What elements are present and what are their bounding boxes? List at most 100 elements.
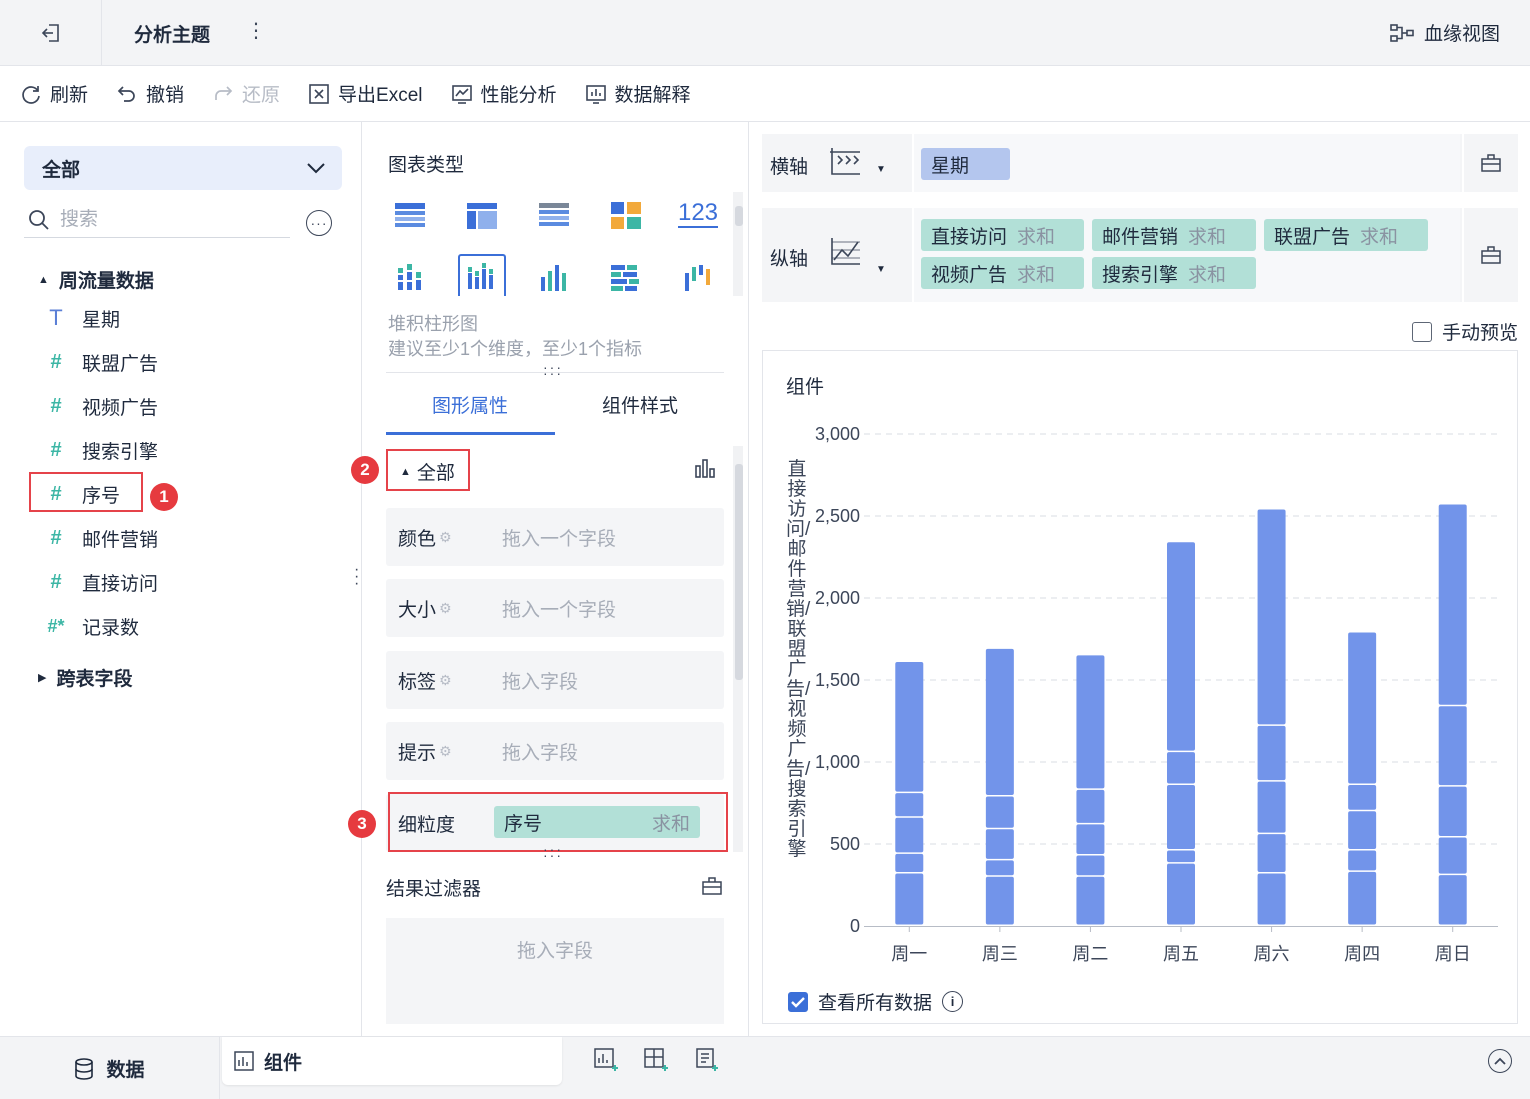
chart-type-hint: 建议至少1个维度，至少1个指标 [388, 339, 643, 359]
field-label: 星期 [82, 309, 121, 331]
computed-field-icon: #* [47, 615, 65, 636]
gear-icon[interactable]: ⚙ [439, 600, 452, 617]
y-axis-toolbox-button[interactable] [1462, 208, 1518, 302]
field-item-video-ads[interactable]: # 视频广告 [44, 390, 158, 422]
view-all-data-toggle[interactable]: 查看所有数据 i [788, 988, 964, 1015]
tree-group-cross-table[interactable]: ▶ 跨表字段 [38, 664, 132, 691]
x-axis-icon[interactable] [828, 146, 862, 178]
y-field-pill-affiliate-ads[interactable]: 联盟广告 求和 [1264, 219, 1428, 251]
x-axis-label: 横轴 [770, 157, 809, 178]
chart-title: 组件 [786, 377, 825, 398]
field-item-affiliate-ads[interactable]: # 联盟广告 [44, 346, 158, 378]
highlight-box-serial-number [29, 472, 143, 512]
field-item-email-marketing[interactable]: # 邮件营销 [44, 522, 158, 554]
refresh-button[interactable]: 刷新 [20, 80, 88, 107]
pill-aggregation: 求和 [1017, 226, 1056, 248]
filter-toolbox-icon[interactable] [702, 876, 722, 896]
table-icon[interactable] [386, 196, 434, 236]
tab-graphic-properties[interactable]: 图形属性 [432, 391, 508, 418]
detail-table-icon[interactable] [530, 196, 578, 236]
cross-table-icon[interactable] [458, 196, 506, 236]
number-icon[interactable]: 123 [674, 194, 722, 234]
prop-row-label[interactable]: 标签 ⚙ 拖入字段 [386, 651, 724, 709]
add-story-icon[interactable] [694, 1047, 720, 1073]
exit-button[interactable] [0, 0, 102, 66]
y-field-pill-search-engine[interactable]: 搜索引擎 求和 [1092, 257, 1256, 289]
tab-component-style[interactable]: 组件样式 [602, 391, 678, 418]
y-field-pill-email-marketing[interactable]: 邮件营销 求和 [1092, 219, 1256, 251]
property-tabs: 图形属性 组件样式 [386, 372, 724, 435]
section-resize-handle[interactable]: ··· ··· [543, 842, 563, 862]
component-tab[interactable]: 组件 [222, 1037, 562, 1085]
dataset-scope-select[interactable]: 全部 [24, 146, 342, 190]
prop-row-size[interactable]: 大小 ⚙ 拖入一个字段 [386, 579, 724, 637]
field-item-record-count[interactable]: #* 记录数 [44, 610, 139, 642]
stacked-column-icon[interactable] [458, 254, 506, 296]
info-icon[interactable]: i [942, 991, 964, 1012]
prop-drop-size[interactable]: 拖入一个字段 [502, 595, 616, 622]
search-input[interactable] [60, 208, 270, 231]
field-item-weekday[interactable]: T 星期 [44, 302, 120, 334]
gear-icon[interactable]: ⚙ [439, 743, 452, 760]
field-item-direct-visit[interactable]: # 直接访问 [44, 566, 158, 598]
range-column-icon[interactable] [674, 258, 722, 298]
add-component-icon[interactable] [594, 1047, 620, 1073]
collapse-up-button[interactable] [1488, 1049, 1512, 1073]
caret-down-icon[interactable]: ▼ [876, 164, 886, 175]
redo-button[interactable]: 还原 [212, 80, 280, 107]
view-all-checkbox[interactable] [788, 991, 808, 1012]
bar-segment [1076, 789, 1105, 823]
manual-preview-checkbox[interactable] [1412, 321, 1432, 342]
manual-preview-toggle[interactable]: 手动预览 [1412, 318, 1518, 345]
view-all-label: 查看所有数据 [818, 993, 933, 1014]
column-icon[interactable] [530, 258, 578, 298]
stacked-column-chart: 3,000 2,500 2,000 1,500 1,000 500 0 周一 周三 周二 周五 周六 周… [815, 424, 1498, 964]
undo-button[interactable]: 撤销 [116, 80, 184, 107]
prop-label-label: 标签 ⚙ [398, 667, 502, 694]
add-dashboard-icon[interactable] [644, 1047, 670, 1073]
highlight-box-scope [386, 449, 470, 491]
prop-label-text: 大小 [398, 599, 437, 621]
x-axis-toolbox-button[interactable] [1462, 134, 1518, 192]
gear-icon[interactable]: ⚙ [439, 672, 452, 689]
gear-icon[interactable]: ⚙ [439, 529, 452, 546]
prop-row-tooltip[interactable]: 提示 ⚙ 拖入字段 [386, 722, 724, 780]
property-scroll-thumb[interactable] [735, 464, 743, 680]
export-excel-button[interactable]: 导出Excel [308, 80, 423, 107]
y-field-pill-direct-visit[interactable]: 直接访问 求和 [921, 219, 1084, 251]
bar-grid-icon[interactable] [602, 258, 650, 298]
dataset-scope-value: 全部 [42, 159, 81, 181]
field-more-button[interactable]: ··· [306, 210, 332, 236]
bar-chart-small-icon[interactable] [694, 458, 716, 478]
more-menu-button[interactable]: ⋮ [246, 18, 266, 43]
check-icon [791, 996, 805, 1008]
y-field-pill-video-ads[interactable]: 视频广告 求和 [921, 257, 1084, 289]
lineage-view-button[interactable]: 血缘视图 [1390, 19, 1500, 46]
database-icon [75, 1057, 94, 1080]
panel-resize-handle[interactable]: · · · [354, 562, 359, 592]
stacked-bar-dot-icon[interactable] [386, 258, 434, 298]
prop-row-color[interactable]: 颜色 ⚙ 拖入一个字段 [386, 508, 724, 566]
caret-down-icon[interactable]: ▼ [876, 264, 886, 275]
chart-type-title: 图表类型 [388, 155, 465, 176]
data-tab[interactable]: 数据 [0, 1037, 220, 1099]
x-tick-label: 周二 [1072, 944, 1108, 964]
result-filter-dropzone[interactable]: 拖入字段 [386, 918, 724, 1024]
field-item-search-engine[interactable]: # 搜索引擎 [44, 434, 158, 466]
footer-add-actions [594, 1047, 720, 1073]
exit-icon [41, 24, 59, 42]
data-explain-button[interactable]: 数据解释 [585, 80, 691, 107]
chart-type-scroll-thumb[interactable] [735, 206, 743, 226]
prop-drop-label[interactable]: 拖入字段 [502, 667, 578, 694]
x-tick-label: 周四 [1344, 944, 1380, 964]
prop-drop-color[interactable]: 拖入一个字段 [502, 524, 616, 551]
performance-button[interactable]: 性能分析 [451, 80, 557, 107]
field-label: 直接访问 [82, 573, 159, 595]
kpi-card-icon[interactable] [602, 196, 650, 236]
tree-group-weekly-traffic[interactable]: ▲ 周流量数据 [38, 266, 154, 293]
prop-drop-tooltip[interactable]: 拖入字段 [502, 738, 578, 765]
x-field-pill[interactable]: 星期 [921, 148, 1010, 180]
y-axis-icon[interactable] [828, 236, 862, 268]
bar-segment [1257, 781, 1286, 833]
bar-segment [1438, 706, 1467, 786]
